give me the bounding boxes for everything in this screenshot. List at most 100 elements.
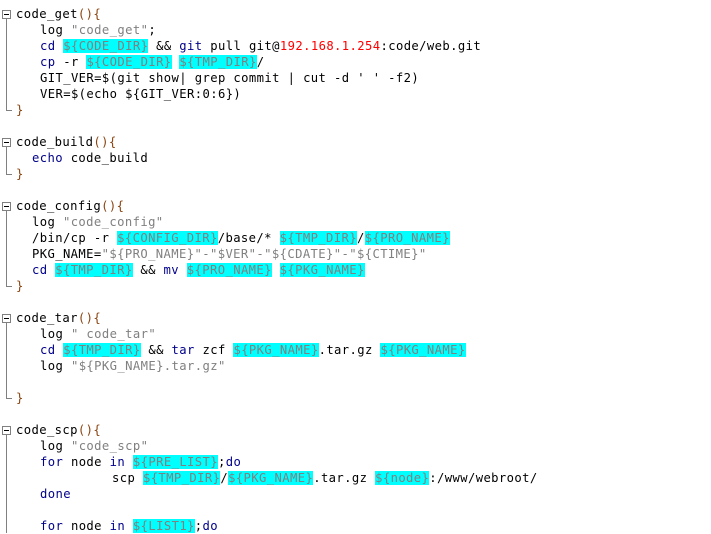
token-plain: log (32, 215, 63, 229)
fold-guide-line (6, 434, 7, 533)
code-line[interactable]: GIT_VER=$(git show| grep commit | cut -d… (16, 70, 419, 86)
token-var: ${node} (375, 471, 430, 485)
token-brk: } (16, 167, 24, 181)
fold-end-marker (6, 286, 12, 287)
fold-toggle-icon[interactable] (2, 138, 11, 147)
code-line[interactable]: cp -r ${CODE_DIR} ${TMP_DIR}/ (16, 54, 264, 70)
token-brk: (){ (101, 199, 125, 213)
token-brk: (){ (77, 423, 102, 437)
token-cmd: mv (163, 263, 180, 277)
token-kw: in (109, 455, 126, 469)
code-line[interactable]: code_get(){ (16, 6, 101, 22)
token-var: ${PKG_NAME} (279, 263, 365, 277)
token-plain: node (63, 519, 110, 533)
token-kw: for (40, 455, 64, 469)
token-kw: do (202, 519, 219, 533)
code-line[interactable]: } (16, 166, 24, 182)
token-plain: code_build (62, 151, 149, 165)
token-plain: code_get (16, 7, 78, 21)
code-line[interactable]: code_build(){ (16, 134, 117, 150)
code-line[interactable]: VER=$(echo ${GIT_VER:0:6}) (16, 86, 241, 102)
token-plain: -r (55, 55, 87, 69)
fold-toggle-icon[interactable] (2, 202, 11, 211)
code-line[interactable]: log "code_config" (16, 214, 164, 230)
token-plain: ; (194, 519, 203, 533)
token-plain: code_scp (16, 423, 78, 437)
token-ip: 192.168.1.254 (279, 39, 381, 53)
code-line[interactable]: } (16, 102, 24, 118)
code-line[interactable]: code_scp(){ (16, 422, 101, 438)
code-line[interactable]: cd ${TMP_DIR} && mv ${PRO_NAME} ${PKG_NA… (16, 262, 365, 278)
fold-toggle-icon[interactable] (2, 426, 11, 435)
token-cmd: cd (40, 39, 64, 53)
token-plain: :code/web.git (380, 39, 482, 53)
token-cmd: cd (40, 343, 64, 357)
token-kw: for (40, 519, 64, 533)
code-line[interactable]: for node in ${PRE_LIST};do (16, 454, 241, 470)
code-line[interactable]: scp ${TMP_DIR}/${PKG_NAME}.tar.gz ${node… (16, 470, 538, 486)
code-line[interactable]: log "${PKG_NAME}.tar.gz" (16, 358, 226, 374)
token-plain: ; (218, 455, 226, 469)
token-plain: / (220, 471, 229, 485)
fold-guide-line (6, 322, 7, 398)
token-plain: && (148, 39, 180, 53)
token-brk: } (16, 103, 24, 117)
token-plain: /base/* (217, 231, 280, 245)
code-line[interactable]: PKG_NAME="${PRO_NAME}"-"$VER"-"${CDATE}"… (16, 246, 427, 262)
code-line[interactable]: cd ${TMP_DIR} && tar zcf ${PKG_NAME}.tar… (16, 342, 466, 358)
token-plain: log (40, 327, 71, 341)
token-plain: code_config (16, 199, 102, 213)
code-line[interactable]: } (16, 390, 24, 406)
code-line[interactable]: code_config(){ (16, 198, 124, 214)
token-plain: GIT_VER=$(git show| grep commit | cut -d… (40, 71, 420, 85)
token-plain: code_build (16, 135, 94, 149)
fold-end-marker (6, 398, 12, 399)
token-plain: log (40, 359, 71, 373)
code-line[interactable]: } (16, 278, 24, 294)
token-var: ${TMP_DIR} (63, 343, 141, 357)
fold-guide-line (6, 146, 7, 174)
token-str: "code_config" (62, 215, 164, 229)
token-plain: log (40, 23, 71, 37)
token-cmd: cp (40, 55, 56, 69)
code-line[interactable]: log "code_get"; (16, 22, 156, 38)
token-kw: done (40, 487, 71, 501)
token-brk: (){ (77, 311, 102, 325)
token-str: "${PKG_NAME}.tar.gz" (70, 359, 226, 373)
token-var: ${TMP_DIR} (55, 263, 133, 277)
token-cmd: tar (171, 343, 195, 357)
fold-toggle-icon[interactable] (2, 10, 11, 19)
token-var: ${PKG_NAME} (228, 471, 314, 485)
token-plain: && (140, 343, 172, 357)
token-kw: in (109, 519, 126, 533)
token-plain: zcf (194, 343, 234, 357)
token-str: "${PRO_NAME}"-"$VER"-"${CDATE}"-"${CTIME… (101, 247, 427, 261)
token-cmd: cd (32, 263, 56, 277)
token-var: ${CODE_DIR} (63, 39, 149, 53)
token-var: ${PRO_NAME} (364, 231, 450, 245)
token-brk: } (16, 279, 24, 293)
code-line[interactable]: code_tar(){ (16, 310, 101, 326)
token-str: "code_scp" (70, 439, 149, 453)
token-plain: :/www/webroot/ (429, 471, 538, 485)
code-line[interactable]: for node in ${LIST1};do (16, 518, 218, 534)
code-editor[interactable]: code_get(){log "code_get"; cd ${CODE_DIR}… (0, 0, 711, 533)
code-line[interactable]: log "code_scp" (16, 438, 148, 454)
code-line[interactable]: echo code_build (16, 150, 148, 166)
code-line[interactable]: /bin/cp -r ${CONFIG_DIR}/base/* ${TMP_DI… (16, 230, 450, 246)
token-plain: ; (148, 23, 157, 37)
fold-end-marker (6, 110, 12, 111)
code-line[interactable]: log " code_tar" (16, 326, 156, 342)
token-cmd: echo (32, 151, 63, 165)
token-var: ${LIST1} (132, 519, 195, 533)
token-plain: / (357, 231, 365, 245)
code-line[interactable]: cd ${CODE_DIR} && git pull git@192.168.1… (16, 38, 481, 54)
token-var: ${PKG_NAME} (233, 343, 319, 357)
fold-toggle-icon[interactable] (2, 314, 11, 323)
token-str: " code_tar" (70, 327, 157, 341)
token-plain: node (63, 455, 110, 469)
code-line[interactable]: done (16, 486, 71, 502)
